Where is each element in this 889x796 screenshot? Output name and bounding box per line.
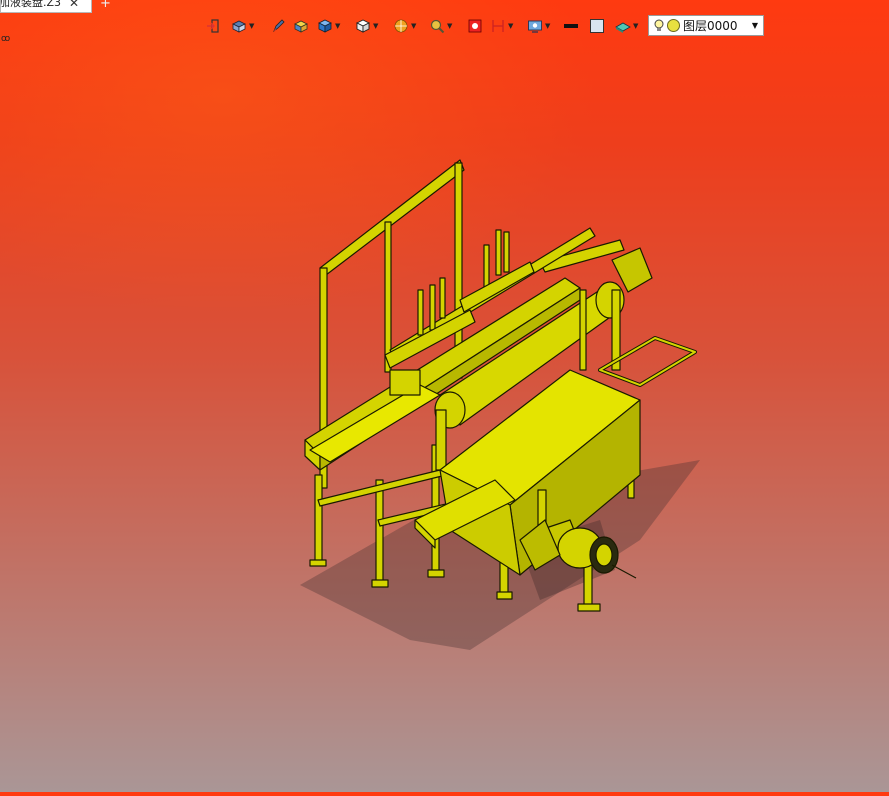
view-toolbar: ▼ ▼ ▼ ▼ ▼ ▼ ▼ ▼ 图层0000 ▼ xyxy=(205,15,765,37)
chevron-down-icon: ▼ xyxy=(508,22,514,30)
material-icon xyxy=(615,22,631,33)
white-cube-button[interactable]: ▼ xyxy=(355,17,385,35)
display-settings-button[interactable]: ▼ xyxy=(527,17,557,35)
blue-cube-icon xyxy=(318,19,332,33)
new-tab-button[interactable]: + xyxy=(100,0,111,11)
line-color-icon xyxy=(564,24,578,28)
view-style-button[interactable]: ▼ xyxy=(231,17,261,35)
material-button[interactable]: ▼ xyxy=(615,17,645,35)
red-filter-icon xyxy=(468,19,482,33)
blue-cube-button[interactable]: ▼ xyxy=(317,17,347,35)
chevron-down-icon: ▼ xyxy=(751,21,758,30)
dimension-icon xyxy=(492,20,504,32)
chevron-down-icon: ▼ xyxy=(335,22,341,30)
lightbulb-icon xyxy=(654,19,664,31)
chevron-down-icon: ▼ xyxy=(411,22,417,30)
machine-model xyxy=(300,159,700,650)
close-icon[interactable]: ✕ xyxy=(69,0,79,9)
dimension-button[interactable]: ▼ xyxy=(490,17,520,35)
layer-value: 图层0000 xyxy=(683,19,738,33)
chevron-down-icon: ▼ xyxy=(545,22,551,30)
sphere-icon xyxy=(394,19,408,33)
document-tab[interactable]: 加液装盘.Z3 ✕ xyxy=(0,0,92,13)
chevron-down-icon: ▼ xyxy=(249,22,255,30)
zoom-icon xyxy=(430,19,445,34)
chevron-down-icon: ▼ xyxy=(633,22,639,30)
layer-select[interactable]: 图层0000 ▼ xyxy=(648,15,764,36)
exit-sketch-icon xyxy=(207,19,219,33)
view-style-icon xyxy=(232,20,246,33)
zoom-button[interactable]: ▼ xyxy=(429,17,459,35)
fill-color-icon xyxy=(590,19,604,33)
pen-icon xyxy=(273,19,285,33)
shaded-solid-icon xyxy=(294,20,308,33)
sphere-button[interactable]: ▼ xyxy=(393,17,423,35)
document-tab-title: 加液装盘.Z3 xyxy=(0,0,62,9)
chevron-down-icon: ▼ xyxy=(447,22,453,30)
layer-status-icon xyxy=(667,19,680,32)
chevron-down-icon: ▼ xyxy=(373,22,379,30)
white-cube-icon xyxy=(355,19,371,33)
display-settings-icon xyxy=(528,20,542,33)
3d-viewport[interactable] xyxy=(0,40,889,792)
